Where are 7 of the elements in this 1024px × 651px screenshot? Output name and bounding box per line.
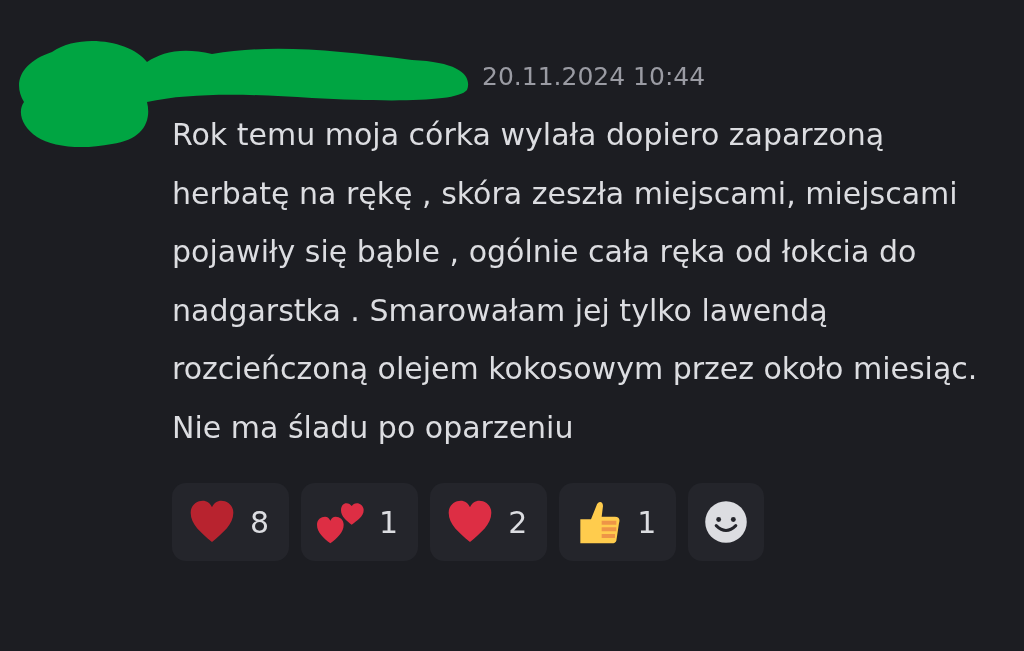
reaction-button[interactable]: 2 — [430, 483, 548, 561]
reaction-button[interactable]: 1 — [559, 483, 677, 561]
message-text: Rok temu moja córka wylała dopiero zaparzoną herbatę na rękę , skóra zeszła miejscami, miejscami pojawiły się bąble , ogólnie cała ręka od łokcia do nadgarstka . Smarowałam jej tylko lawendą rozcieńczoną olejem kokosowym przez około miesiąc. Nie ma śladu po oparzeniu — [172, 116, 979, 447]
reaction-button[interactable]: 8 — [172, 483, 290, 561]
add-reaction-button[interactable] — [688, 483, 765, 561]
reaction-button[interactable]: 1 — [301, 483, 419, 561]
message-timestamp: 20.11.2024 10:44 — [482, 62, 706, 91]
